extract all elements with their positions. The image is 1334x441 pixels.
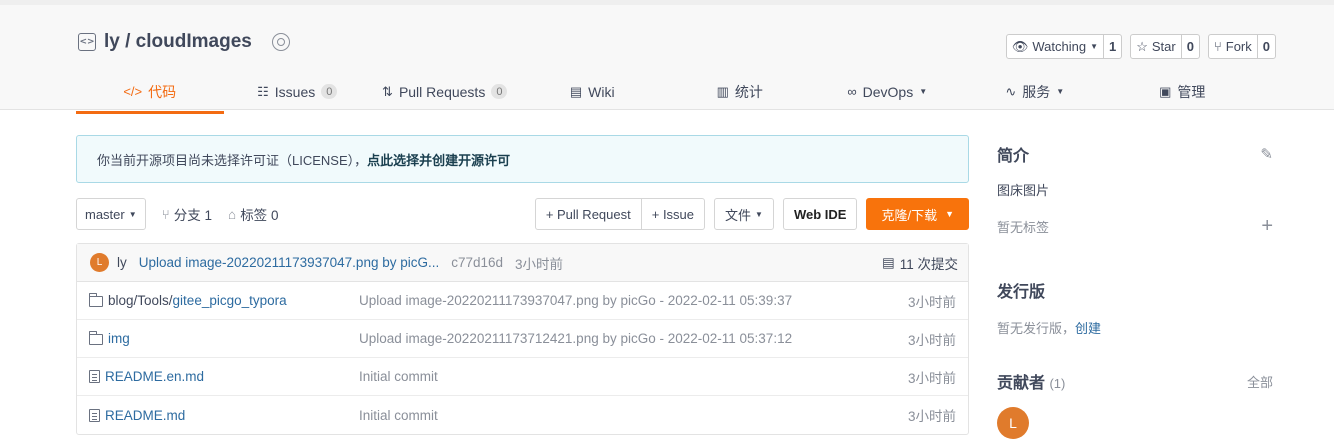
chevron-down-icon: ▼ bbox=[919, 87, 928, 96]
edit-icon[interactable]: ✎ bbox=[1260, 145, 1273, 163]
file-commit-message[interactable]: Initial commit bbox=[359, 408, 908, 423]
tab-stats[interactable]: ▥ 统计 bbox=[666, 75, 814, 114]
add-icon[interactable]: + bbox=[1261, 215, 1273, 238]
folder-icon bbox=[88, 293, 103, 307]
intro-heading: 简介 ✎ bbox=[997, 145, 1273, 165]
latest-commit: L ly Upload image-20220211173937047.png … bbox=[77, 244, 968, 282]
avatar[interactable]: L bbox=[90, 253, 109, 272]
chevron-down-icon: ▼ bbox=[1056, 87, 1065, 96]
contributor-avatar[interactable]: L bbox=[997, 407, 1029, 439]
intro-text: 图床图片 bbox=[997, 183, 1050, 198]
create-release-link[interactable]: 创建 bbox=[1075, 318, 1101, 337]
clone-download-button[interactable]: 克隆/下载 ▼ bbox=[866, 198, 969, 230]
eye-icon: 👁 bbox=[1011, 38, 1029, 54]
commit-author[interactable]: ly bbox=[117, 255, 127, 270]
branch-icon: ⑂ bbox=[161, 206, 170, 222]
commits-icon: ▤ bbox=[881, 254, 895, 270]
files-dropdown[interactable]: 文件 ▼ bbox=[714, 198, 774, 230]
new-issue-button[interactable]: + Issue bbox=[641, 198, 706, 230]
fork-icon: ⑂ bbox=[1213, 39, 1222, 54]
repo-code-icon: <> bbox=[78, 33, 96, 51]
tab-pull-requests[interactable]: ⇅ Pull Requests 0 bbox=[371, 75, 519, 114]
chevron-down-icon: ▼ bbox=[755, 209, 763, 219]
pr-count: 0 bbox=[491, 84, 508, 99]
issues-icon: ☷ bbox=[257, 83, 269, 99]
file-time: 3小时前 bbox=[907, 370, 956, 386]
all-contributors-link[interactable]: 全部 bbox=[1247, 372, 1273, 391]
tab-manage[interactable]: ▣ 管理 bbox=[1109, 75, 1257, 114]
tags-row: 暂无标签 + bbox=[997, 215, 1273, 238]
file-icon bbox=[89, 408, 100, 422]
stats-icon: ▥ bbox=[716, 83, 729, 99]
web-ide-button[interactable]: Web IDE bbox=[782, 198, 858, 230]
file-commit-message[interactable]: Upload image-20220211173712421.png by pi… bbox=[359, 331, 908, 346]
branch-select[interactable]: master ▼ bbox=[76, 198, 146, 230]
tab-issues[interactable]: ☷ Issues 0 bbox=[224, 75, 372, 114]
chevron-down-icon: ▼ bbox=[128, 209, 137, 219]
branches-link[interactable]: ⑂ 分支 1 bbox=[162, 204, 212, 224]
file-row[interactable]: README.en.md Initial commit 3小时前 bbox=[77, 358, 968, 396]
file-name[interactable]: img bbox=[108, 331, 130, 346]
tags-link[interactable]: ⌂ 标签 0 bbox=[228, 204, 278, 224]
tab-wiki[interactable]: ▤ Wiki bbox=[519, 75, 667, 114]
file-icon bbox=[89, 370, 100, 383]
file-name[interactable]: README.md bbox=[105, 408, 185, 423]
watch-count[interactable]: 1 bbox=[1104, 35, 1121, 58]
file-commit-message[interactable]: Initial commit bbox=[359, 369, 908, 384]
new-pull-request-button[interactable]: + Pull Request bbox=[534, 198, 642, 230]
file-row[interactable]: img Upload image-20220211173712421.png b… bbox=[77, 320, 968, 358]
repo-toolbar: master ▼ ⑂ 分支 1 ⌂ 标签 0 + Pull Request + Iss… bbox=[76, 198, 969, 230]
license-notice-text: 你当前开源项目尚未选择许可证（LICENSE）， bbox=[97, 152, 368, 168]
wiki-icon: ▤ bbox=[569, 83, 583, 99]
tab-code[interactable]: </> 代码 bbox=[76, 75, 224, 114]
star-icon: ☆ bbox=[1136, 38, 1148, 54]
release-row: 暂无发行版， 创建 bbox=[997, 318, 1273, 337]
folder-icon bbox=[88, 331, 103, 345]
tag-icon: ⌂ bbox=[228, 206, 237, 222]
commit-sha[interactable]: c77d16d bbox=[451, 255, 503, 270]
file-time: 3小时前 bbox=[907, 294, 956, 310]
issues-count: 0 bbox=[321, 84, 338, 99]
license-notice: 你当前开源项目尚未选择许可证（LICENSE）， 点此选择并创建开源许可 bbox=[76, 135, 969, 183]
star-count[interactable]: 0 bbox=[1182, 35, 1199, 58]
file-list: L ly Upload image-20220211173937047.png … bbox=[76, 243, 969, 435]
repo-tabs: </> 代码 ☷ Issues 0 ⇅ Pull Requests 0 ▤ Wiki ▥ 统计… bbox=[76, 75, 1256, 114]
file-name[interactable]: gitee_picgo_typora bbox=[173, 293, 287, 308]
code-icon: </> bbox=[123, 84, 143, 99]
repo-actions: 👁 Watching ▼ 1 ☆ Star 0 ⑂ Fork 0 bbox=[1005, 34, 1276, 59]
repo-header: <> ly / cloudImages 👁 Watching ▼ 1 ☆ Star 0… bbox=[0, 0, 1334, 114]
contributors-count: (1) bbox=[1049, 376, 1066, 391]
star-button[interactable]: ☆ Star 0 bbox=[1130, 34, 1200, 59]
file-name[interactable]: README.en.md bbox=[105, 369, 204, 384]
file-commit-message[interactable]: Upload image-20220211173937047.png by pi… bbox=[359, 293, 908, 308]
chevron-down-icon: ▼ bbox=[1090, 42, 1098, 51]
commit-time: 3小时前 bbox=[515, 256, 564, 272]
file-time: 3小时前 bbox=[907, 332, 956, 348]
infinity-icon: ∞ bbox=[847, 84, 857, 99]
contributors-heading: 贡献者 (1) 全部 bbox=[997, 369, 1273, 393]
file-time: 3小时前 bbox=[907, 409, 956, 424]
pulse-icon: ∿ bbox=[1005, 83, 1017, 99]
commit-count[interactable]: ▤ 11 次提交 bbox=[882, 253, 958, 273]
tab-services[interactable]: ∿ 服务 ▼ bbox=[961, 75, 1109, 114]
commit-message[interactable]: Upload image-20220211173937047.png by pi… bbox=[139, 255, 439, 270]
release-heading: 发行版 bbox=[997, 284, 1046, 301]
recommend-badge-icon[interactable] bbox=[271, 33, 290, 51]
fork-button[interactable]: ⑂ Fork 0 bbox=[1207, 34, 1276, 59]
pull-request-icon: ⇅ bbox=[382, 83, 393, 99]
license-create-link[interactable]: 点此选择并创建开源许可 bbox=[367, 150, 510, 169]
repo-title-bar: <> ly / cloudImages bbox=[78, 31, 290, 53]
repo-name[interactable]: ly / cloudImages bbox=[104, 31, 252, 53]
watch-button[interactable]: 👁 Watching ▼ 1 bbox=[1005, 34, 1123, 59]
fork-count[interactable]: 0 bbox=[1258, 35, 1275, 58]
sidebar: 简介 ✎ 图床图片 暂无标签 + 发行版 暂无发行版， 创建 贡献者 (1) 全部 L bbox=[997, 135, 1273, 439]
file-row[interactable]: blog/Tools/gitee_picgo_typora Upload ima… bbox=[77, 282, 968, 320]
tab-devops[interactable]: ∞ DevOps ▼ bbox=[814, 75, 962, 114]
manage-icon: ▣ bbox=[1159, 83, 1172, 99]
caret-down-icon: ▼ bbox=[945, 209, 954, 219]
file-row[interactable]: README.md Initial commit 3小时前 bbox=[77, 396, 968, 434]
